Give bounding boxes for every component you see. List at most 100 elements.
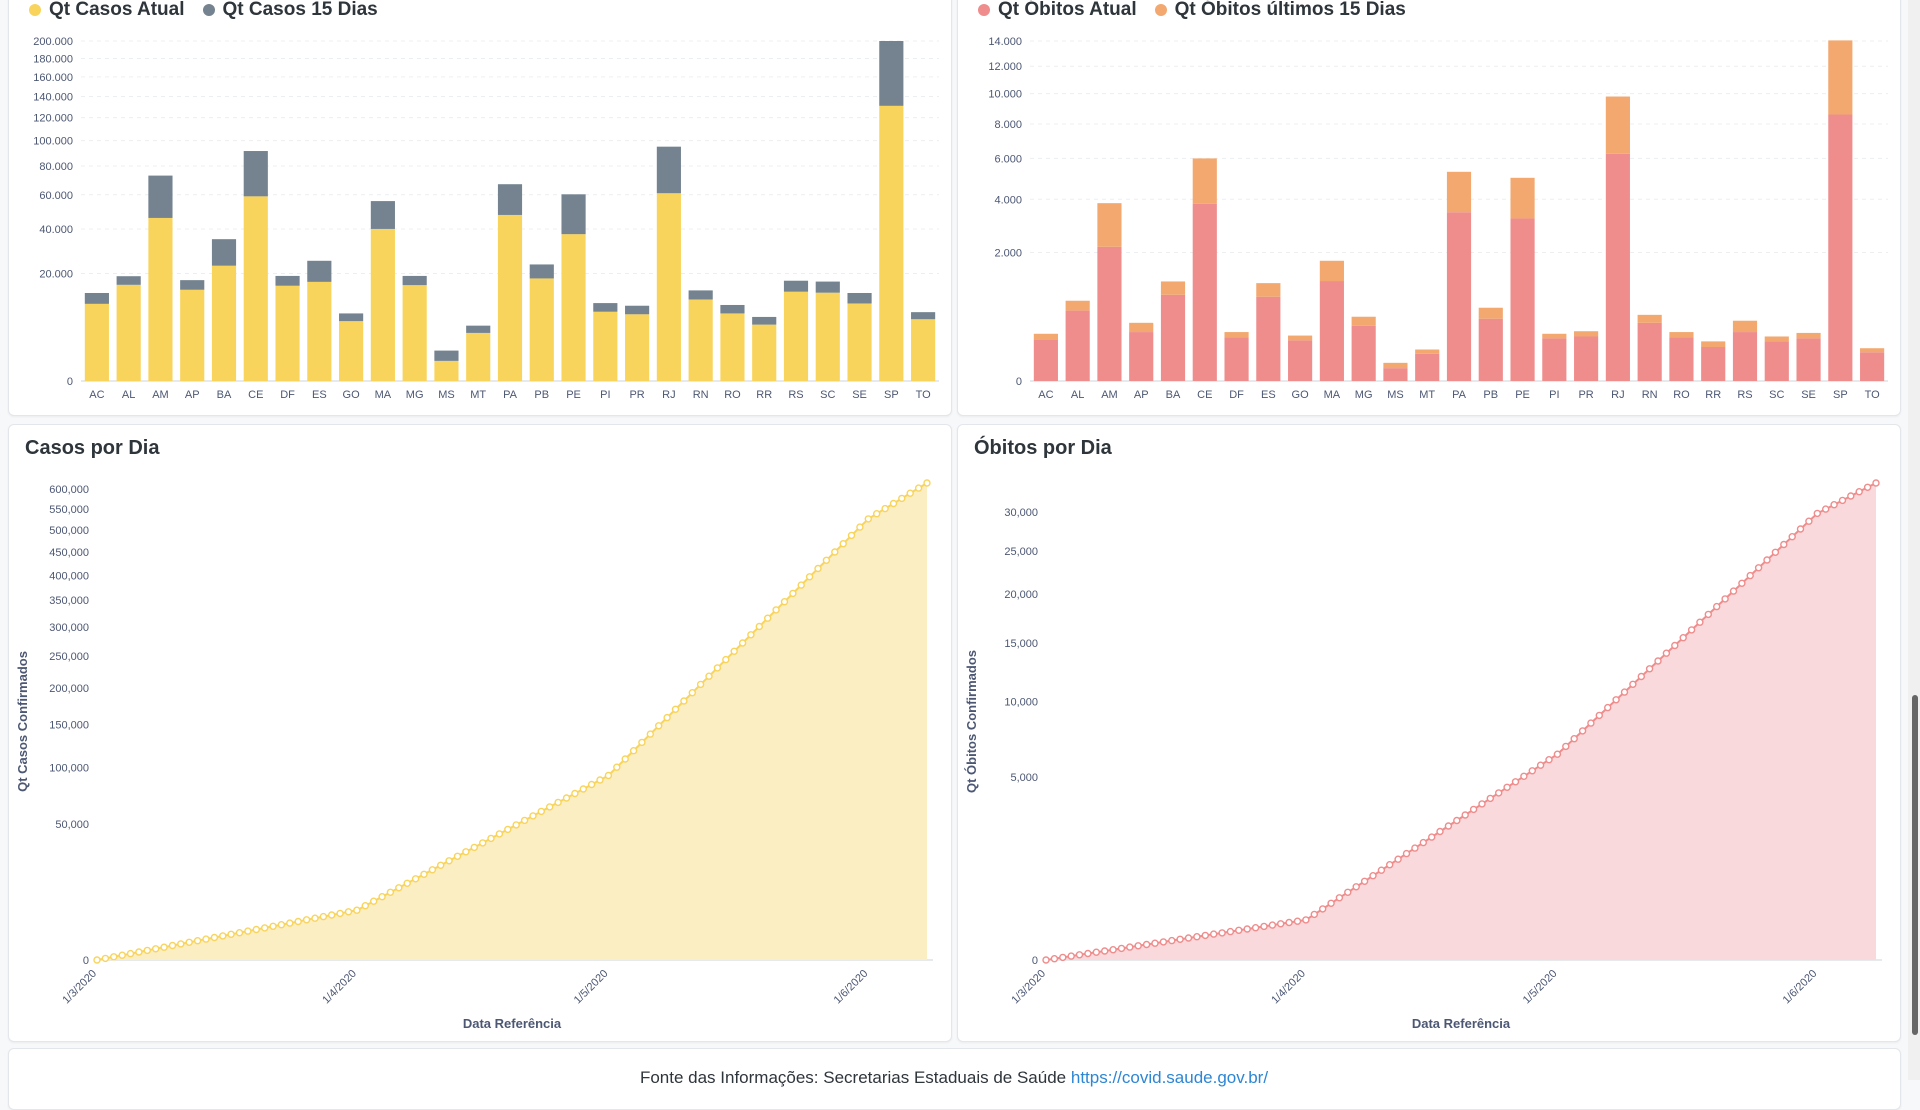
data-point <box>1721 595 1729 603</box>
x-tick-label: ES <box>1261 389 1276 401</box>
data-point <box>462 848 470 856</box>
bar-TO-atual <box>1860 352 1885 381</box>
data-point <box>319 912 328 921</box>
data-point <box>1117 944 1126 953</box>
footer-link[interactable]: https://covid.saude.gov.br/ <box>1071 1068 1268 1087</box>
data-point <box>1235 926 1243 934</box>
bar-RR-atual <box>1701 347 1726 381</box>
x-tick-label: MG <box>1355 389 1373 401</box>
y-tick-label: 250,000 <box>49 651 89 663</box>
bar-RO-atual <box>720 313 745 381</box>
y-tick-label: 25,000 <box>1004 546 1038 558</box>
y-tick-label: 450,000 <box>49 547 89 559</box>
y-axis-title: Qt Casos Confirmados <box>15 651 30 792</box>
bar-PE-15-dias <box>561 194 586 235</box>
data-point <box>730 647 738 656</box>
bar-AL-atual <box>1065 310 1090 381</box>
data-point <box>1092 948 1101 956</box>
bar-RR-15-dias <box>752 316 777 325</box>
data-point <box>1084 949 1092 958</box>
bar-MG-15-dias <box>402 275 427 286</box>
data-point <box>1369 872 1377 880</box>
x-tick-label: DF <box>1229 389 1244 401</box>
bar-AL-15-dias <box>1065 300 1090 311</box>
bar-GO-15-dias <box>1288 335 1313 341</box>
data-point <box>579 785 587 793</box>
data-point <box>1805 517 1813 525</box>
bar-SC-atual <box>1764 341 1789 381</box>
x-tick-label: SC <box>820 389 835 401</box>
x-tick-label: RJ <box>662 389 675 401</box>
x-tick-label: RR <box>1705 389 1721 401</box>
bar-AM-atual <box>1097 246 1122 381</box>
bar-PE-atual <box>561 234 586 381</box>
bar-RR-15-dias <box>1701 341 1726 347</box>
data-point <box>244 927 252 935</box>
data-point <box>1193 933 1201 941</box>
data-point <box>1251 924 1260 932</box>
bar-BA-atual <box>211 265 237 381</box>
bar-PB-atual <box>1478 318 1503 381</box>
data-point <box>344 908 353 916</box>
data-point <box>93 956 101 964</box>
bar-RO-15-dias <box>1669 332 1694 338</box>
data-point <box>688 689 696 697</box>
bar-PA-15-dias <box>497 184 523 215</box>
x-tick-label: AL <box>122 389 135 401</box>
data-point <box>663 713 671 722</box>
bar-MA-atual <box>1319 281 1344 381</box>
data-point <box>1360 877 1369 885</box>
obitos-por-estado-card: Qt Óbitos Atual Qt Óbitos últimos 15 Dia… <box>957 0 1901 416</box>
bar-RS-15-dias <box>783 280 809 292</box>
data-point <box>562 794 571 802</box>
bar-SE-15-dias <box>1796 332 1821 339</box>
data-point <box>923 479 931 487</box>
y-tick-label: 40.000 <box>39 224 73 236</box>
y-axis-title: Qt Óbitos Confirmados <box>964 650 979 793</box>
casos-por-estado-card: Qt Casos Atual Qt Casos 15 Dias 0 20.000 4… <box>8 0 952 416</box>
x-tick-label: 1/5/2020 <box>1521 968 1560 1007</box>
bar-AC-atual <box>84 303 109 381</box>
footer-source: Fonte das Informações: Secretarias Estad… <box>0 1068 1908 1088</box>
data-point <box>1654 657 1662 665</box>
data-point <box>437 861 445 869</box>
data-point <box>277 921 286 929</box>
bar-PB-atual <box>529 278 554 381</box>
bar-MG-15-dias <box>1351 316 1376 326</box>
data-point <box>1796 525 1805 533</box>
y-tick-label: 200.000 <box>33 36 73 48</box>
bar-MT-15-dias <box>1415 349 1440 354</box>
data-point <box>1822 505 1830 513</box>
data-point <box>780 597 789 606</box>
y-tick-label: 5,000 <box>1010 772 1038 784</box>
y-tick-label: 15,000 <box>1004 638 1038 650</box>
y-tick-label: 20,000 <box>1004 589 1038 601</box>
casos-por-dia-chart: 0 50,000 100,000 150,000 200,000 250,000 300,0… <box>15 479 933 1031</box>
y-tick-label: 30,000 <box>1004 507 1038 519</box>
data-point <box>772 606 780 614</box>
x-tick-label: TO <box>916 389 932 401</box>
bar-RS-15-dias <box>1732 320 1758 333</box>
data-point <box>1562 742 1570 751</box>
x-tick-label: AC <box>1038 389 1053 401</box>
x-tick-label: BA <box>1166 389 1181 401</box>
scrollbar-thumb[interactable] <box>1912 695 1918 1035</box>
data-point <box>554 798 562 807</box>
data-point <box>353 906 361 914</box>
data-point <box>1075 951 1084 959</box>
data-point <box>1142 940 1151 949</box>
bar-PI-atual <box>1542 338 1567 381</box>
bar-SE-atual <box>1796 338 1821 381</box>
bar-SC-15-dias <box>815 281 840 293</box>
data-point <box>822 556 831 565</box>
bar-SP-atual <box>1828 114 1853 382</box>
bar-AM-15-dias <box>148 175 173 218</box>
data-point <box>495 830 504 838</box>
y-tick-label: 300,000 <box>49 622 89 634</box>
x-tick-label: 1/6/2020 <box>1781 968 1820 1007</box>
data-point <box>831 548 839 556</box>
x-tick-label: RS <box>1737 389 1752 401</box>
x-tick-label: RO <box>1673 389 1690 401</box>
scrollbar[interactable] <box>1908 0 1920 1080</box>
data-point <box>1847 492 1855 500</box>
